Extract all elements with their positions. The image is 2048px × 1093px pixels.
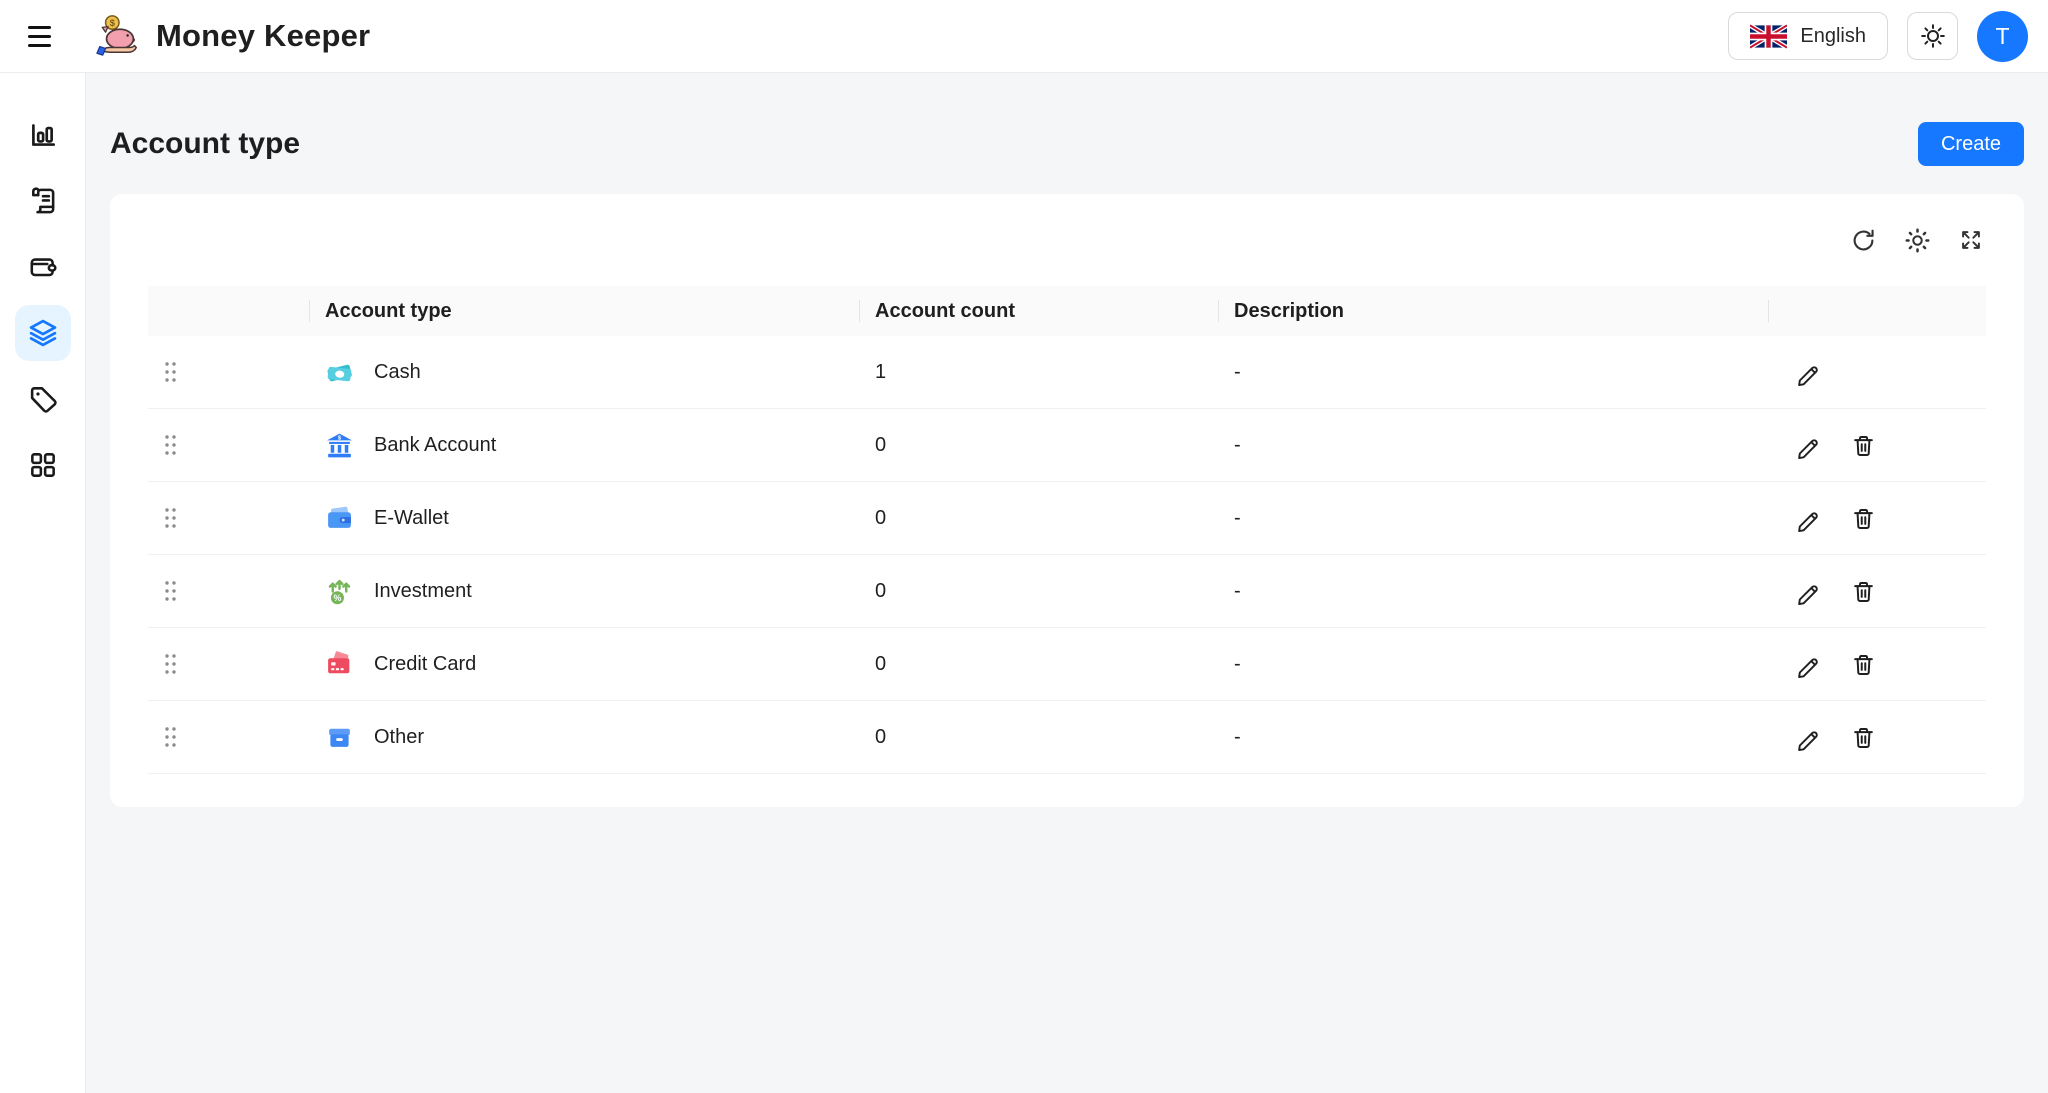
- delete-icon[interactable]: [1849, 650, 1877, 678]
- page-title: Account type: [110, 127, 300, 161]
- column-header-actions: [1768, 286, 1986, 336]
- table-header-row: Account type Account count Description: [148, 286, 1986, 336]
- tag-icon: [27, 383, 59, 415]
- account-type-label: Cash: [374, 361, 421, 384]
- edit-icon[interactable]: [1794, 504, 1822, 532]
- description-value: -: [1218, 580, 1768, 603]
- theme-toggle-button[interactable]: [1907, 12, 1958, 60]
- delete-icon[interactable]: [1849, 577, 1877, 605]
- receipt-icon: [27, 185, 59, 217]
- language-selector-button[interactable]: English: [1728, 12, 1888, 60]
- drag-handle-icon[interactable]: [148, 653, 309, 675]
- account-count-value: 0: [859, 653, 1218, 676]
- account-count-value: 0: [859, 434, 1218, 457]
- drag-handle-icon[interactable]: [148, 507, 309, 529]
- account-type-label: E-Wallet: [374, 507, 449, 530]
- account-type-label: Credit Card: [374, 653, 476, 676]
- table-row: Cash 1 -: [148, 336, 1986, 409]
- bank-icon: $: [325, 431, 354, 460]
- table-row: $ Bank Account 0 -: [148, 409, 1986, 482]
- edit-icon[interactable]: [1794, 577, 1822, 605]
- svg-text:$: $: [110, 18, 116, 29]
- ewallet-icon: [325, 504, 354, 533]
- sidebar-item-accounts[interactable]: [15, 239, 71, 295]
- account-type-label: Bank Account: [374, 434, 496, 457]
- account-type-table: Account type Account count Description: [148, 286, 1986, 774]
- reload-icon[interactable]: [1848, 225, 1878, 255]
- bar-chart-icon: [27, 119, 59, 151]
- credit-card-icon: [325, 650, 354, 679]
- sidebar-item-account-types[interactable]: [15, 305, 71, 361]
- description-value: -: [1218, 507, 1768, 530]
- edit-icon[interactable]: [1794, 431, 1822, 459]
- column-header-account-count: Account count: [859, 286, 1218, 336]
- fullscreen-icon[interactable]: [1956, 225, 1986, 255]
- menu-toggle-button[interactable]: [28, 16, 68, 56]
- sidebar-nav: [0, 73, 86, 1093]
- top-bar: $ Money Keeper English: [0, 0, 2048, 73]
- sidebar-item-statistics[interactable]: [15, 107, 71, 163]
- drag-handle-icon[interactable]: [148, 434, 309, 456]
- account-count-value: 0: [859, 580, 1218, 603]
- app-logo-icon: $: [96, 13, 142, 59]
- sidebar-item-transactions[interactable]: [15, 173, 71, 229]
- table-row: % Investment 0 -: [148, 555, 1986, 628]
- layers-icon: [26, 316, 60, 350]
- description-value: -: [1218, 361, 1768, 384]
- sun-icon: [1920, 23, 1946, 49]
- account-count-value: 0: [859, 507, 1218, 530]
- wallet-icon: [27, 251, 59, 283]
- account-type-label: Investment: [374, 580, 472, 603]
- edit-icon[interactable]: [1794, 650, 1822, 678]
- sidebar-item-categories[interactable]: [15, 371, 71, 427]
- investment-icon: %: [325, 577, 354, 606]
- account-count-value: 0: [859, 726, 1218, 749]
- edit-icon[interactable]: [1794, 358, 1822, 386]
- drag-handle-icon[interactable]: [148, 726, 309, 748]
- drag-handle-icon[interactable]: [148, 361, 309, 383]
- uk-flag-icon: [1750, 24, 1787, 49]
- table-row: E-Wallet 0 -: [148, 482, 1986, 555]
- description-value: -: [1218, 653, 1768, 676]
- language-label: English: [1800, 25, 1866, 48]
- other-icon: [325, 723, 354, 752]
- table-row: Other 0 -: [148, 701, 1986, 774]
- description-value: -: [1218, 434, 1768, 457]
- table-row: Credit Card 0 -: [148, 628, 1986, 701]
- table-card: Account type Account count Description: [110, 194, 2024, 807]
- cash-icon: [325, 358, 354, 387]
- settings-icon[interactable]: [1902, 225, 1932, 255]
- account-type-label: Other: [374, 726, 424, 749]
- main-content: Account type Create: [86, 73, 2048, 1093]
- delete-icon[interactable]: [1849, 504, 1877, 532]
- sidebar-item-widgets[interactable]: [15, 437, 71, 493]
- grid-icon: [27, 449, 59, 481]
- drag-handle-icon[interactable]: [148, 580, 309, 602]
- delete-icon[interactable]: [1849, 723, 1877, 751]
- user-avatar[interactable]: T: [1977, 11, 2028, 62]
- edit-icon[interactable]: [1794, 723, 1822, 751]
- column-header-drag: [148, 286, 309, 336]
- create-button[interactable]: Create: [1918, 122, 2024, 166]
- app-title: Money Keeper: [156, 18, 370, 54]
- svg-text:%: %: [334, 592, 342, 602]
- column-header-account-type: Account type: [309, 286, 859, 336]
- account-count-value: 1: [859, 361, 1218, 384]
- column-header-description: Description: [1218, 286, 1768, 336]
- description-value: -: [1218, 726, 1768, 749]
- delete-icon[interactable]: [1849, 431, 1877, 459]
- table-toolbar: [148, 220, 1986, 260]
